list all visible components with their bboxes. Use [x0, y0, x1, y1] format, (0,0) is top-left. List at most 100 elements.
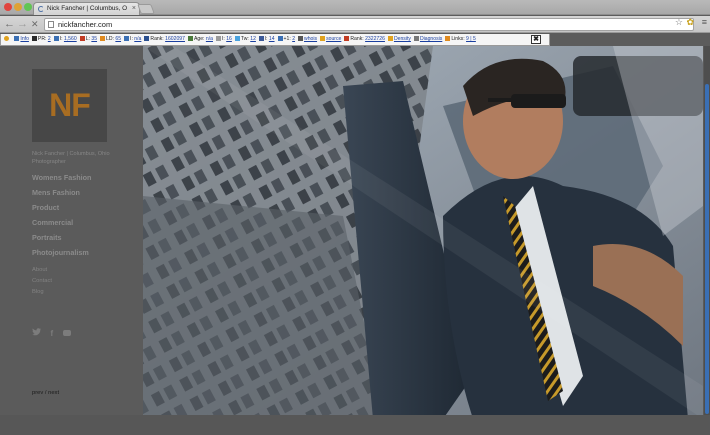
seo-item-label: Rank:: [150, 36, 166, 42]
nav-item-portraits[interactable]: Portraits: [32, 233, 91, 248]
seo-metric-icon: [258, 36, 264, 41]
forward-button[interactable]: →: [17, 18, 28, 30]
tab-strip: Nick Fancher | Columbus, O ×: [0, 0, 710, 15]
seo-metric-icon: [387, 36, 393, 41]
seo-item-label[interactable]: Info: [20, 36, 29, 42]
seo-item: l: 14: [258, 34, 275, 45]
back-button[interactable]: ←: [4, 18, 15, 30]
seo-item: L: 35: [79, 34, 97, 45]
seo-metric-icon: [215, 36, 221, 41]
new-tab-button[interactable]: [137, 4, 155, 14]
nav-item-blog[interactable]: Blog: [32, 289, 52, 300]
seo-item-label[interactable]: whois: [304, 36, 317, 42]
tab-close-icon[interactable]: ×: [132, 3, 136, 15]
seo-metric-icon: [445, 36, 451, 41]
hero-photograph[interactable]: [143, 46, 703, 419]
seo-item-label: Rank:: [350, 36, 366, 42]
seo-item: PR: 2: [31, 34, 51, 45]
seo-metric-icon: [187, 36, 193, 41]
seo-metric-icon: [14, 36, 20, 41]
seo-metric-icon: [277, 36, 283, 41]
seo-item-value[interactable]: 2: [48, 36, 51, 42]
loading-icon: [38, 6, 44, 12]
facebook-icon[interactable]: f: [50, 330, 53, 338]
secondary-nav: About Contact Blog: [32, 267, 52, 300]
prev-next-links[interactable]: prev / next: [32, 390, 59, 396]
window-bottom-edge: [0, 415, 710, 435]
seo-item-value[interactable]: 14: [269, 36, 275, 42]
seo-item-value[interactable]: 65: [115, 36, 121, 42]
seo-item-value[interactable]: 1,560: [64, 36, 77, 42]
nav-item-contact[interactable]: Contact: [32, 278, 52, 289]
seo-logo-icon: [4, 34, 10, 45]
seo-metric-icon: [344, 36, 350, 41]
seo-item: I: n/a: [124, 34, 141, 45]
seo-item-value[interactable]: n/a: [206, 36, 213, 42]
stop-button[interactable]: ✕: [31, 18, 39, 30]
seo-item-value[interactable]: 1602097: [165, 36, 185, 42]
seo-item-label: PR:: [37, 36, 48, 42]
browser-tab[interactable]: Nick Fancher | Columbus, O ×: [33, 2, 140, 15]
seo-item: Rank: 2322726: [344, 34, 385, 45]
zoom-window-icon[interactable]: [24, 3, 32, 11]
seo-metric-icon: [298, 36, 304, 41]
seo-close-button[interactable]: ✖: [531, 35, 541, 44]
bookmark-star-icon[interactable]: ☆: [675, 16, 683, 28]
youtube-icon[interactable]: [62, 330, 76, 338]
seo-metric-icon: [53, 36, 59, 41]
seo-item[interactable]: Diagnosis: [413, 34, 442, 45]
address-bar[interactable]: nickfancher.com: [44, 18, 694, 31]
browser-window: Nick Fancher | Columbus, O × ← → ✕ nickf…: [0, 0, 710, 435]
nav-item-womens-fashion[interactable]: Womens Fashion: [32, 173, 91, 188]
seo-item-value[interactable]: 16: [226, 36, 232, 42]
seo-item-label[interactable]: Diagnosis: [420, 36, 442, 42]
seo-metric-icon: [79, 36, 85, 41]
seo-item[interactable]: Info: [14, 34, 29, 45]
seo-item: I: 1,560: [53, 34, 77, 45]
seo-metric-icon: [144, 36, 150, 41]
seo-item[interactable]: whois: [298, 34, 317, 45]
seo-toolbar: Info PR: 2 I: 1,560 L: 35 LD: 65 I: n/a Rank: …: [0, 34, 550, 46]
extension-icon[interactable]: ✿: [686, 16, 694, 28]
nav-item-photojournalism[interactable]: Photojournalism: [32, 248, 91, 263]
seo-item-value[interactable]: 2322726: [365, 36, 385, 42]
seo-item-label: LD:: [106, 36, 116, 42]
nav-item-commercial[interactable]: Commercial: [32, 218, 91, 233]
minimize-window-icon[interactable]: [14, 3, 22, 11]
seo-item-value[interactable]: 9 | 5: [466, 36, 476, 42]
seo-item-value[interactable]: n/a: [134, 36, 141, 42]
nav-item-mens-fashion[interactable]: Mens Fashion: [32, 188, 91, 203]
seo-item-label[interactable]: source: [326, 36, 341, 42]
gallery-nav: Womens Fashion Mens Fashion Product Comm…: [32, 173, 91, 263]
seo-item-value[interactable]: 35: [91, 36, 97, 42]
seo-item: +1: 2: [277, 34, 295, 45]
seo-item-label: Tw:: [240, 36, 251, 42]
seo-item-label: Age:: [193, 36, 206, 42]
page-scrollbar[interactable]: [704, 46, 710, 415]
seo-metric-icon: [124, 36, 130, 41]
close-window-icon[interactable]: [4, 3, 12, 11]
site-tagline: Nick Fancher | Columbus, Ohio Photograph…: [32, 151, 110, 165]
url-text: nickfancher.com: [58, 20, 113, 29]
website-content: NF Nick Fancher | Columbus, Ohio Photogr…: [0, 46, 710, 435]
nav-item-about[interactable]: About: [32, 267, 52, 278]
seo-item[interactable]: source: [320, 34, 341, 45]
seo-item: LD: 65: [100, 34, 121, 45]
tab-title: Nick Fancher | Columbus, O: [47, 5, 128, 12]
seo-item-label: +1:: [283, 36, 293, 42]
seo-item-label[interactable]: Density: [394, 36, 411, 42]
seo-item-label: Links:: [451, 36, 467, 42]
seo-item: I: 16: [215, 34, 232, 45]
seo-metric-icon: [320, 36, 326, 41]
seo-item: Age: n/a: [187, 34, 213, 45]
twitter-icon[interactable]: [32, 328, 41, 338]
nav-item-product[interactable]: Product: [32, 203, 91, 218]
seo-item: Tw: 12: [234, 34, 256, 45]
site-logo[interactable]: NF: [32, 69, 107, 142]
scrollbar-thumb[interactable]: [705, 84, 709, 414]
seo-item-value[interactable]: 12: [250, 36, 256, 42]
seo-metric-icon: [234, 36, 240, 41]
seo-item-value[interactable]: 2: [292, 36, 295, 42]
chrome-menu-icon[interactable]: ≡: [702, 16, 707, 28]
seo-item[interactable]: Density: [387, 34, 411, 45]
